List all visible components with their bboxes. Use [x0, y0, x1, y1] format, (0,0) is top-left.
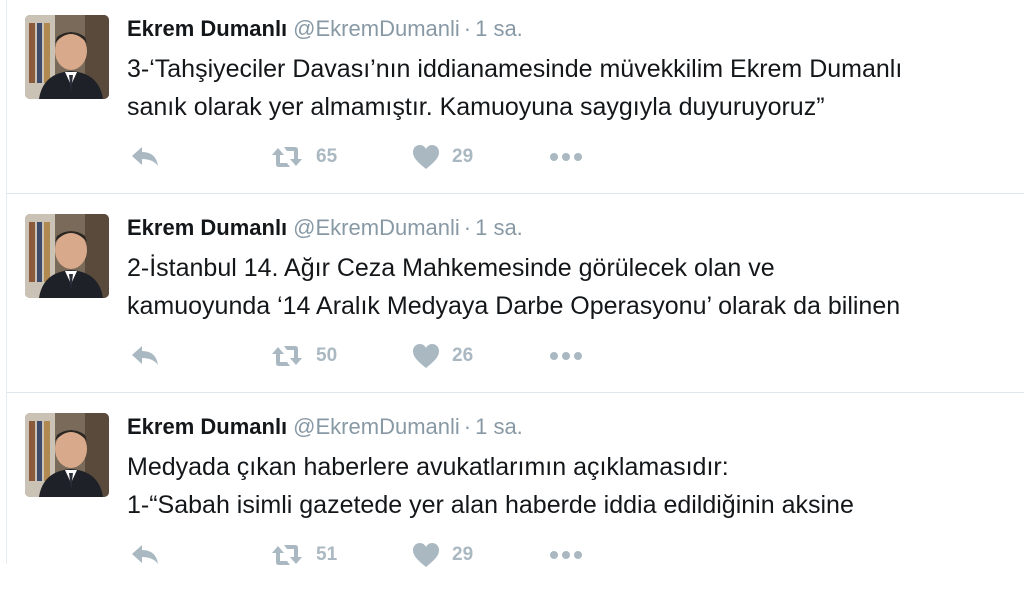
reply-button[interactable]: [130, 142, 160, 172]
tweet[interactable]: Ekrem Dumanlı @EkremDumanli · 1 sa. 3-‘Tahş…: [0, 0, 1024, 198]
more-icon: [549, 351, 583, 361]
tweet-actions: 51 29: [127, 540, 627, 570]
like-button[interactable]: 26: [412, 341, 473, 371]
tweet-text-line: Medyada çıkan haberlere avukatlarımın aç…: [127, 453, 729, 481]
tweet-text: 3-‘Tahşiyeciler Davası’nın iddianamesind…: [127, 50, 1017, 126]
tweet-header: Ekrem Dumanlı @EkremDumanli · 1 sa.: [127, 214, 523, 242]
tweet-timeline: Ekrem Dumanlı @EkremDumanli · 1 sa. 3-‘Tahş…: [0, 0, 1024, 567]
reply-button[interactable]: [130, 540, 160, 570]
retweet-icon: [270, 145, 304, 169]
author-handle[interactable]: @EkremDumanli: [293, 414, 460, 439]
author-handle[interactable]: @EkremDumanli: [293, 215, 460, 240]
tweet-text-line: sanık olarak yer almamıştır. Kamuoyuna s…: [127, 93, 825, 121]
avatar[interactable]: [25, 214, 109, 298]
author-name[interactable]: Ekrem Dumanlı: [127, 215, 287, 240]
like-button[interactable]: 29: [412, 540, 473, 570]
author-handle[interactable]: @EkremDumanli: [293, 16, 460, 41]
heart-icon: [412, 343, 440, 369]
tweet-text-line: 1-“Sabah isimli gazetede yer alan haberd…: [127, 491, 854, 519]
author-name[interactable]: Ekrem Dumanlı: [127, 16, 287, 41]
avatar[interactable]: [25, 15, 109, 99]
like-count: 29: [452, 146, 474, 167]
retweet-button[interactable]: 51: [270, 540, 337, 570]
tweet-actions: 65 29: [127, 142, 627, 172]
tweet-timestamp[interactable]: 1 sa.: [475, 16, 523, 41]
tweet-header: Ekrem Dumanlı @EkremDumanli · 1 sa.: [127, 15, 523, 43]
tweet[interactable]: Ekrem Dumanlı @EkremDumanli · 1 sa. Medyada…: [0, 398, 1024, 596]
heart-icon: [412, 542, 440, 568]
more-icon: [549, 550, 583, 560]
more-button[interactable]: [549, 142, 583, 172]
tweet-text-line: kamuoyunda ‘14 Aralık Medyaya Darbe Oper…: [127, 292, 901, 320]
like-count: 29: [452, 544, 474, 565]
like-button[interactable]: 29: [412, 142, 473, 172]
retweet-count: 50: [316, 345, 338, 366]
more-button[interactable]: [549, 540, 583, 570]
reply-icon: [130, 542, 160, 568]
avatar[interactable]: [25, 413, 109, 497]
tweet-timestamp[interactable]: 1 sa.: [475, 414, 523, 439]
more-icon: [549, 152, 583, 162]
retweet-icon: [270, 543, 304, 567]
retweet-count: 51: [316, 544, 338, 565]
tweet-header: Ekrem Dumanlı @EkremDumanli · 1 sa.: [127, 413, 523, 441]
separator-dot: ·: [463, 215, 472, 240]
more-button[interactable]: [549, 341, 583, 371]
retweet-icon: [270, 344, 304, 368]
retweet-count: 65: [316, 146, 338, 167]
tweet-divider: [6, 392, 1024, 393]
reply-icon: [130, 144, 160, 170]
author-name[interactable]: Ekrem Dumanlı: [127, 414, 287, 439]
tweet-text: 2-İstanbul 14. Ağır Ceza Mahkemesinde gö…: [127, 249, 1017, 325]
tweet-text-line: 3-‘Tahşiyeciler Davası’nın iddianamesind…: [127, 55, 903, 83]
retweet-button[interactable]: 65: [270, 142, 337, 172]
separator-dot: ·: [463, 16, 472, 41]
reply-button[interactable]: [130, 341, 160, 371]
tweet[interactable]: Ekrem Dumanlı @EkremDumanli · 1 sa. 2-İstan…: [0, 199, 1024, 397]
heart-icon: [412, 144, 440, 170]
reply-icon: [130, 343, 160, 369]
tweet-timestamp[interactable]: 1 sa.: [475, 215, 523, 240]
separator-dot: ·: [463, 414, 472, 439]
tweet-text: Medyada çıkan haberlere avukatlarımın aç…: [127, 448, 1017, 524]
tweet-actions: 50 26: [127, 341, 627, 371]
tweet-divider: [6, 193, 1024, 194]
like-count: 26: [452, 345, 474, 366]
retweet-button[interactable]: 50: [270, 341, 337, 371]
tweet-text-line: 2-İstanbul 14. Ağır Ceza Mahkemesinde gö…: [127, 254, 775, 282]
